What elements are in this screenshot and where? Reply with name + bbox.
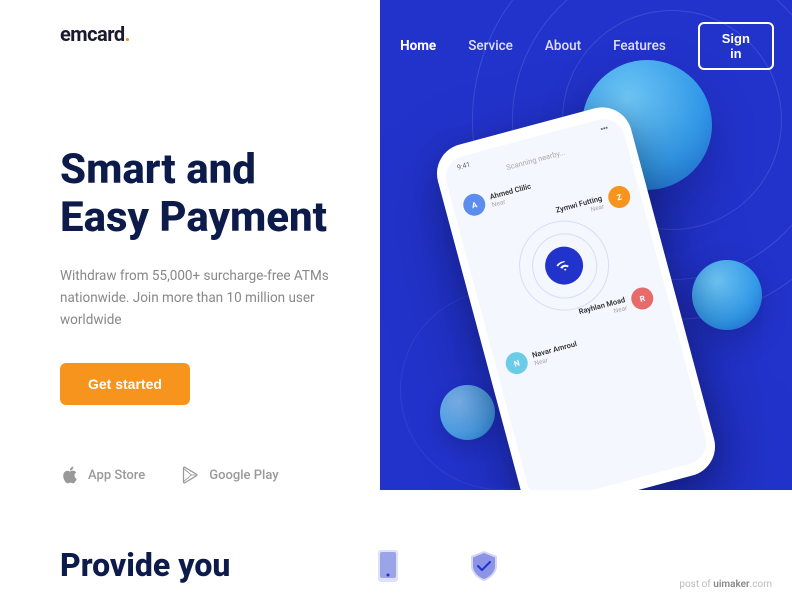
phone-icon: [370, 548, 406, 584]
wifi-icon: [554, 256, 574, 276]
decorative-ball-small-right: [692, 260, 762, 330]
left-panel: emcard. Smart and Easy Payment Withdraw …: [0, 0, 380, 490]
contact-avatar-1: Z: [606, 183, 633, 210]
bottom-icon-phone: [370, 548, 406, 584]
contact-avatar-3: N: [503, 350, 530, 377]
header-left: emcard.: [60, 0, 380, 46]
main-section: emcard. Smart and Easy Payment Withdraw …: [0, 0, 792, 490]
provide-title: Provide you: [60, 546, 230, 584]
nav-home[interactable]: Home: [400, 38, 436, 54]
hero-subtitle: Withdraw from 55,000+ surcharge-free ATM…: [60, 265, 340, 332]
nav-bar: Home Service About Features Sign in: [380, 0, 792, 70]
google-play-button[interactable]: Google Play: [181, 465, 278, 485]
logo: emcard.: [60, 22, 130, 46]
bottom-icon-shield: [466, 548, 502, 584]
hero-title: Smart and Easy Payment: [60, 146, 380, 243]
nav-features[interactable]: Features: [613, 38, 666, 54]
contact-avatar-0: A: [461, 191, 488, 218]
store-buttons: App Store Google Play: [60, 465, 380, 485]
apple-icon: [60, 465, 80, 485]
shield-icon: [466, 548, 502, 584]
get-started-button[interactable]: Get started: [60, 363, 190, 405]
nav-about[interactable]: About: [545, 38, 581, 54]
page-wrapper: emcard. Smart and Easy Payment Withdraw …: [0, 0, 792, 600]
decorative-ball-small-bottom: [440, 385, 495, 440]
contact-avatar-2: R: [629, 285, 656, 312]
uimaker-credit: post of uimaker.com: [679, 579, 772, 590]
phone-time: 9:41: [456, 161, 471, 172]
app-store-button[interactable]: App Store: [60, 465, 145, 485]
signin-button[interactable]: Sign in: [698, 22, 774, 70]
bottom-icons: [370, 548, 502, 584]
nav-service[interactable]: Service: [468, 38, 513, 54]
right-panel: Home Service About Features Sign in: [380, 0, 792, 490]
bottom-section: Provide you post of uimaker.com: [0, 490, 792, 600]
google-play-icon: [181, 465, 201, 485]
nfc-center: [541, 242, 588, 289]
hero-content: Smart and Easy Payment Withdraw from 55,…: [60, 146, 380, 485]
